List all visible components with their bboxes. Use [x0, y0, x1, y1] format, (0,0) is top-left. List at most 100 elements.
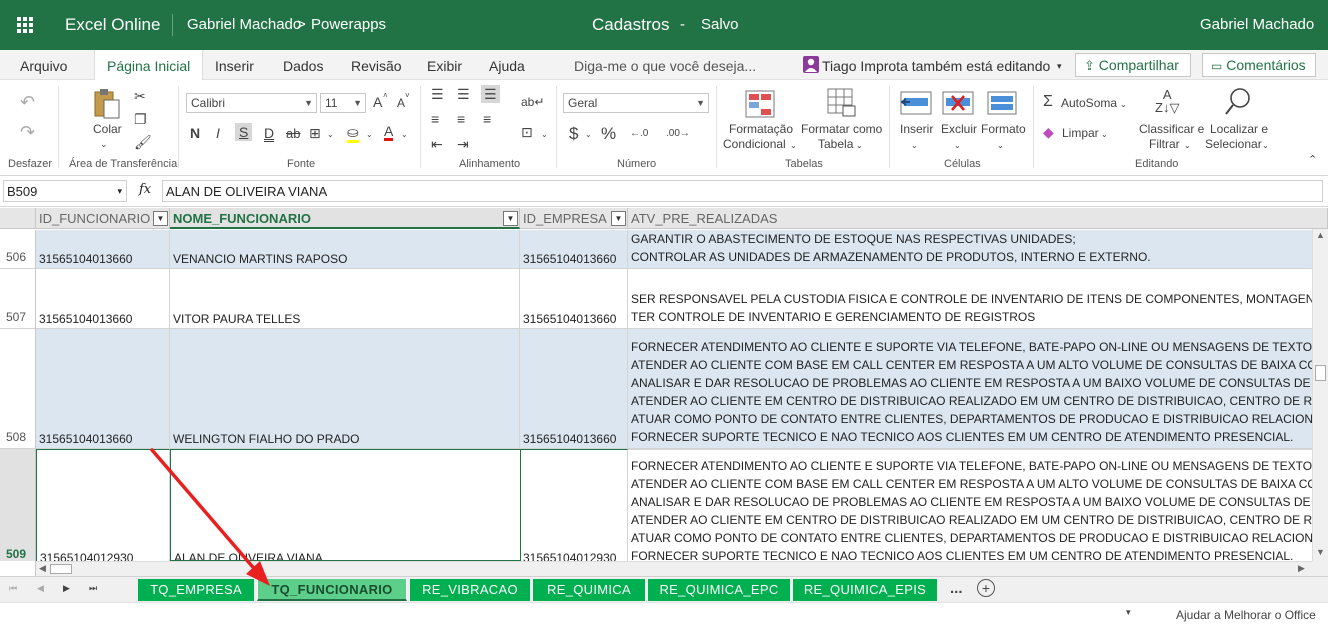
chevron-down-icon[interactable]: ⌄ [541, 127, 548, 143]
fill-color-icon[interactable]: ⛀ [347, 124, 359, 143]
italic-button[interactable]: I [216, 125, 220, 141]
row-number[interactable]: 506 [0, 230, 36, 268]
chevron-down-icon[interactable]: ⌄ [366, 127, 373, 143]
corner-header[interactable] [0, 208, 36, 229]
find-select-label-1[interactable]: Localizar e [1210, 122, 1268, 136]
feedback-link[interactable]: Ajudar a Melhorar o Office [1176, 608, 1316, 622]
chevron-down-icon[interactable]: ⌄ [401, 127, 408, 143]
paste-icon[interactable] [94, 88, 120, 120]
format-as-table-icon[interactable] [827, 88, 857, 118]
chevron-down-icon[interactable]: ⌄ [790, 138, 797, 154]
conditional-formatting-icon[interactable] [745, 90, 775, 118]
wrap-text-icon[interactable]: ab↵ [521, 94, 544, 110]
percent-button[interactable]: % [601, 124, 616, 144]
col-header-nome-funcionario[interactable]: NOME_FUNCIONARIO [170, 208, 520, 229]
undo-icon[interactable]: ↶ [20, 93, 35, 111]
menu-inserir[interactable]: Inserir [215, 50, 254, 80]
comments-button[interactable]: ▭ Comentários [1202, 53, 1316, 77]
format-cells-label[interactable]: Formato [981, 122, 1026, 136]
delete-cells-label[interactable]: Excluir [941, 122, 977, 136]
horizontal-scroll-thumb[interactable] [50, 564, 72, 574]
cell-id-empresa[interactable]: 31565104013660 [520, 230, 628, 268]
coauthor-chevron-icon[interactable]: ▾ [1057, 50, 1062, 80]
sheet-tab-re-vibracao[interactable]: RE_VIBRACAO [410, 579, 530, 601]
menu-revisao[interactable]: Revisão [351, 50, 402, 80]
grow-font-button[interactable]: A [373, 94, 382, 110]
menu-ajuda[interactable]: Ajuda [489, 50, 525, 80]
collapse-ribbon-icon[interactable]: ⌃ [1308, 152, 1317, 168]
row-number[interactable]: 508 [0, 329, 36, 448]
vertical-scrollbar[interactable]: ▲ ▼ [1312, 229, 1328, 561]
paste-chevron-icon[interactable]: ⌄ [100, 136, 108, 152]
align-top-icon[interactable]: ☰ [431, 86, 444, 102]
document-title[interactable]: Cadastros [592, 15, 669, 35]
row-number[interactable]: 509 [0, 449, 36, 561]
chevron-down-icon[interactable]: ⌄ [327, 127, 334, 143]
menu-pagina-inicial[interactable]: Página Inicial [94, 50, 204, 81]
filter-dropdown-icon[interactable]: ▼ [153, 211, 168, 226]
align-right-icon[interactable]: ≡ [483, 111, 491, 127]
autosum-icon[interactable]: Σ [1043, 94, 1053, 110]
first-sheet-icon[interactable]: ⏮ [9, 583, 17, 594]
col-header-id-funcionario[interactable]: ID_FUNCIONARIO [36, 208, 170, 229]
more-sheets-button[interactable]: ... [950, 580, 963, 597]
align-center-icon[interactable]: ≡ [457, 111, 465, 127]
filter-dropdown-icon[interactable]: ▼ [611, 211, 626, 226]
shrink-font-button[interactable]: A [397, 96, 405, 110]
prev-sheet-icon[interactable]: ◀ [37, 583, 44, 594]
increase-decimal-icon[interactable]: ←.0 [630, 126, 648, 142]
sort-filter-label-2[interactable]: Filtrar [1149, 137, 1180, 151]
delete-cells-icon[interactable] [942, 90, 974, 116]
format-table-label-2[interactable]: Tabela [818, 137, 853, 151]
cond-format-label-2[interactable]: Condicional [723, 137, 786, 151]
cell-id-funcionario[interactable]: 31565104013660 [36, 230, 170, 268]
app-name[interactable]: Excel Online [65, 15, 160, 35]
menu-dados[interactable]: Dados [283, 50, 323, 80]
cell-id-empresa[interactable]: 31565104012930 [520, 449, 628, 561]
align-bottom-icon[interactable]: ☰ [481, 85, 500, 103]
add-sheet-icon[interactable]: + [977, 579, 995, 597]
font-size-select[interactable]: 11 ▼ [320, 93, 366, 113]
scroll-down-icon[interactable]: ▼ [1316, 547, 1325, 557]
next-sheet-icon[interactable]: ▶ [63, 583, 70, 594]
format-painter-icon[interactable]: 🖌 [134, 134, 152, 150]
sort-filter-label-1[interactable]: Classificar e [1139, 122, 1204, 136]
cell-id-empresa[interactable]: 31565104013660 [520, 269, 628, 328]
cell-nome-funcionario[interactable]: WELINGTON FIALHO DO PRADO [170, 329, 520, 448]
increase-indent-icon[interactable]: ⇥ [457, 136, 469, 152]
insert-cells-icon[interactable] [900, 90, 932, 116]
status-chevron-icon[interactable]: ▾ [1126, 607, 1131, 618]
find-select-label-2[interactable]: Selecionar [1205, 137, 1262, 151]
breadcrumb-folder[interactable]: Powerapps [311, 16, 386, 33]
align-left-icon[interactable]: ≡ [431, 111, 439, 127]
sheet-tab-re-quimica-epis[interactable]: RE_QUIMICA_EPIS [793, 579, 937, 601]
double-underline-button[interactable]: D [264, 125, 274, 141]
currency-button[interactable]: $ [569, 124, 578, 144]
merge-center-icon[interactable]: ⊡ [521, 124, 533, 140]
align-middle-icon[interactable]: ☰ [457, 86, 470, 102]
tell-me-search[interactable]: Diga-me o que você deseja... [574, 50, 756, 80]
chevron-down-icon[interactable]: ⌄ [585, 127, 592, 143]
coauthor-status[interactable]: Tiago Improta também está editando [822, 50, 1050, 80]
cond-format-label-1[interactable]: Formatação [729, 122, 793, 136]
format-cells-icon[interactable] [987, 90, 1017, 116]
cell-atv-pre-realizadas[interactable]: FORNECER ATENDIMENTO AO CLIENTE E SUPORT… [628, 329, 1312, 448]
copy-icon[interactable]: ❐ [134, 111, 147, 127]
name-box[interactable]: B509 ▾ [3, 180, 127, 202]
borders-icon[interactable]: ⊞ [309, 125, 321, 141]
number-format-select[interactable]: Geral ▼ [563, 93, 709, 113]
scroll-right-icon[interactable]: ▶ [1298, 563, 1305, 574]
share-button[interactable]: ⇪ Compartilhar [1075, 53, 1191, 77]
decrease-decimal-icon[interactable]: .00→ [666, 126, 690, 142]
chevron-down-icon[interactable]: ⌄ [954, 138, 961, 154]
cell-id-empresa[interactable]: 31565104013660 [520, 329, 628, 448]
row-number[interactable]: 507 [0, 269, 36, 328]
format-table-label-1[interactable]: Formatar como [801, 122, 882, 136]
cut-icon[interactable]: ✂ [134, 88, 146, 104]
clear-label[interactable]: Limpar [1062, 126, 1099, 140]
function-icon[interactable]: fx [139, 182, 151, 197]
cell-atv-pre-realizadas[interactable]: GARANTIR O ABASTECIMENTO DE ESTOQUE NAS … [628, 230, 1312, 268]
user-name[interactable]: Gabriel Machado [1200, 16, 1314, 33]
chevron-down-icon[interactable]: ⌄ [1184, 138, 1191, 154]
chevron-down-icon[interactable]: ⌄ [911, 138, 918, 154]
